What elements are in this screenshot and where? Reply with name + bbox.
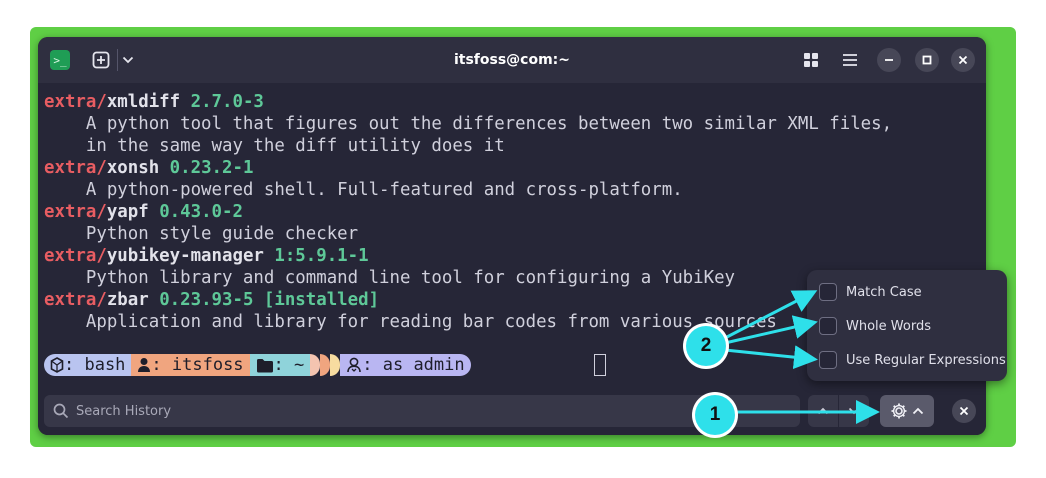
- whole-words-label: Whole Words: [846, 318, 931, 334]
- package-version: 2.7.0-3: [180, 92, 264, 112]
- chevron-up-icon: [912, 407, 924, 415]
- minimize-button[interactable]: [877, 48, 901, 72]
- match-case-checkbox[interactable]: [819, 283, 837, 301]
- annotation-marker-2: 2: [686, 326, 726, 366]
- prompt-user-text: : itsfoss: [151, 355, 244, 375]
- package-name: yubikey-manager: [106, 246, 264, 266]
- repo-name: extra/: [44, 202, 107, 222]
- repo-name: extra/: [44, 290, 107, 310]
- package-name: xmldiff: [106, 92, 181, 112]
- package-version: 0.43.0-2: [148, 202, 243, 222]
- match-case-label: Match Case: [846, 284, 922, 300]
- prompt-dir-text: : ~: [273, 355, 305, 375]
- hamburger-menu-icon[interactable]: [838, 48, 862, 72]
- repo-name: extra/: [44, 92, 107, 112]
- next-match-button[interactable]: [839, 395, 869, 427]
- prompt-shell-text: : bash: [64, 355, 126, 375]
- search-field[interactable]: [44, 395, 800, 427]
- search-history-input[interactable]: [76, 395, 776, 427]
- package-name: zbar: [106, 290, 149, 310]
- prompt-separator-dot: [330, 354, 341, 376]
- package-version: 0.23.93-5: [148, 290, 254, 310]
- minimize-icon: [885, 59, 893, 61]
- close-icon: [958, 55, 968, 65]
- regex-label: Use Regular Expressions: [846, 352, 1006, 368]
- prompt-admin-text: : as admin: [362, 355, 465, 375]
- terminal-app-icon: >_: [50, 50, 70, 70]
- package-line: extra/yubikey-manager 1:5.9.1-1: [44, 245, 984, 267]
- repo-name: extra/: [44, 158, 107, 178]
- package-line: extra/xonsh 0.23.2-1: [44, 157, 984, 179]
- installed-badge: [installed]: [253, 290, 380, 310]
- package-line: extra/yapf 0.43.0-2: [44, 201, 984, 223]
- search-bar: [38, 390, 986, 435]
- gear-icon: [891, 403, 907, 419]
- titlebar: >_ itsfoss@com:~: [38, 37, 986, 83]
- regex-option[interactable]: Use Regular Expressions: [819, 350, 1006, 370]
- package-description: A python tool that figures out the diffe…: [44, 114, 893, 134]
- match-case-option[interactable]: Match Case: [819, 282, 922, 302]
- folder-icon: [256, 358, 273, 372]
- previous-match-button[interactable]: [808, 395, 838, 427]
- maximize-icon: [922, 55, 932, 65]
- repo-name: extra/: [44, 246, 107, 266]
- prompt-shell-segment: : bash: [44, 354, 132, 376]
- chevron-down-icon: [848, 407, 860, 415]
- prompt-dir-segment: : ~: [249, 354, 311, 376]
- package-name: yapf: [106, 202, 149, 222]
- package-name: xonsh: [106, 158, 160, 178]
- whole-words-option[interactable]: Whole Words: [819, 316, 931, 336]
- prompt-admin-segment: : as admin: [340, 354, 471, 376]
- package-description: Python style guide checker: [44, 224, 359, 244]
- package-description: A python-powered shell. Full-featured an…: [44, 180, 683, 200]
- annotation-marker-1: 1: [695, 395, 735, 435]
- search-options-popover: Match Case Whole Words Use Regular Expre…: [807, 270, 1007, 381]
- chevron-up-icon: [817, 407, 829, 415]
- close-search-button[interactable]: [952, 399, 976, 423]
- prompt-user-segment: : itsfoss: [131, 354, 250, 376]
- shell-prompt: : bash : itsfoss : ~ : as admin: [44, 354, 471, 376]
- prompt-separator-dot: [310, 354, 321, 376]
- regex-checkbox[interactable]: [819, 351, 837, 369]
- admin-user-icon: [347, 357, 362, 373]
- package-line: extra/xmldiff 2.7.0-3: [44, 91, 984, 113]
- chevron-down-icon[interactable]: [120, 48, 136, 72]
- maximize-button[interactable]: [915, 48, 939, 72]
- prompt-separator-dot: [320, 354, 331, 376]
- grid-view-icon[interactable]: [800, 48, 822, 72]
- search-options-button[interactable]: [880, 395, 934, 427]
- terminal-cursor: [594, 354, 606, 376]
- shell-cube-icon: [50, 357, 64, 373]
- package-description: in the same way the diff utility does it: [44, 136, 505, 156]
- new-tab-icon[interactable]: [90, 48, 112, 72]
- package-version: 0.23.2-1: [159, 158, 254, 178]
- titlebar-separator: [117, 49, 118, 71]
- close-window-button[interactable]: [951, 48, 975, 72]
- whole-words-checkbox[interactable]: [819, 317, 837, 335]
- package-version: 1:5.9.1-1: [263, 246, 369, 266]
- close-icon: [959, 406, 969, 416]
- search-icon: [53, 403, 69, 419]
- user-icon: [138, 358, 151, 372]
